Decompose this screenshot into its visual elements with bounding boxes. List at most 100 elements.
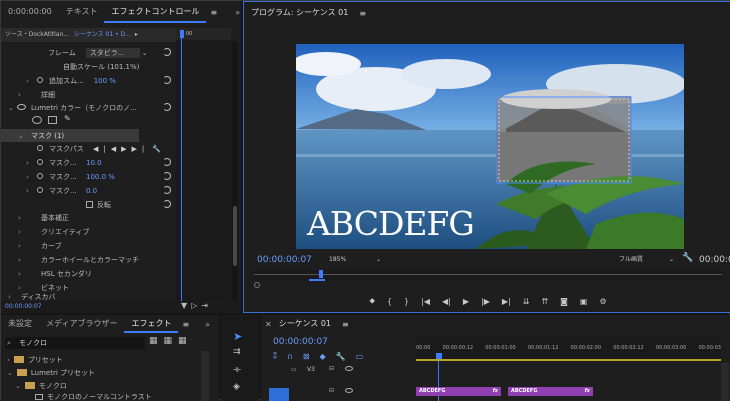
track-select-icon[interactable]: ⇉ bbox=[233, 347, 241, 357]
reset-icon[interactable] bbox=[163, 186, 171, 194]
stopwatch-icon[interactable] bbox=[37, 77, 43, 83]
tab-effects[interactable]: エフェクト bbox=[124, 315, 179, 333]
work-area-bar[interactable] bbox=[416, 359, 721, 361]
play-icon[interactable]: ▶ bbox=[463, 297, 469, 306]
tab-timecode[interactable]: 0:00:00:00 bbox=[1, 1, 59, 23]
selection-tool-icon[interactable]: ➤ bbox=[233, 330, 242, 343]
stopwatch-icon[interactable] bbox=[37, 187, 43, 193]
chevron-right-icon[interactable]: › bbox=[18, 214, 21, 222]
playhead-marker[interactable] bbox=[319, 270, 323, 278]
rectangle-mask-icon[interactable] bbox=[48, 116, 57, 124]
settings-icon[interactable]: ⚙ bbox=[599, 297, 606, 306]
section-creative[interactable]: › クリエイティブ bbox=[1, 225, 176, 238]
filter-icons[interactable]: ▼▷⇥ bbox=[181, 301, 212, 310]
go-to-out-icon[interactable]: ▶| bbox=[502, 297, 511, 306]
panel-menu-icon[interactable]: ≡ bbox=[182, 320, 189, 329]
eye-icon[interactable] bbox=[345, 366, 353, 371]
scrollbar[interactable] bbox=[232, 41, 238, 301]
tab-effect-controls[interactable]: エフェクトコントロール bbox=[104, 1, 207, 23]
chevron-down-icon[interactable]: ⌄ bbox=[18, 132, 24, 140]
pen-icon[interactable]: ✎ bbox=[64, 114, 71, 123]
ripple-edit-icon[interactable]: ⟛ bbox=[233, 365, 241, 375]
stopwatch-icon[interactable] bbox=[37, 159, 43, 165]
section-discover[interactable]: › ディスカバ bbox=[1, 293, 176, 301]
tab-unset[interactable]: 未設定 bbox=[1, 315, 39, 333]
more-panels-icon[interactable]: » bbox=[205, 320, 210, 329]
playhead-marker[interactable] bbox=[180, 30, 184, 38]
mask-param-value[interactable]: 100.0 % bbox=[86, 173, 115, 181]
sync-lock-icon[interactable]: ⊟ bbox=[329, 365, 334, 372]
sync-lock-icon[interactable]: ⊟ bbox=[329, 387, 334, 394]
chevron-down-icon[interactable]: ⌄ bbox=[8, 104, 14, 112]
chevron-right-icon[interactable]: › bbox=[18, 242, 21, 250]
quality-select[interactable]: フル画質 ⌄ bbox=[619, 254, 674, 265]
reset-icon[interactable] bbox=[163, 76, 171, 84]
scroll-thumb[interactable] bbox=[233, 206, 237, 266]
track-lock-icon[interactable]: ▭ bbox=[291, 366, 297, 373]
track-target[interactable] bbox=[269, 388, 289, 401]
invert-checkbox[interactable] bbox=[86, 201, 93, 208]
detail-label[interactable]: 詳細 bbox=[41, 90, 55, 100]
timeline-scrollbar[interactable] bbox=[721, 363, 729, 401]
timeline-tool-icons[interactable]: ⁑∩⊠◆🔧▭ bbox=[273, 352, 373, 361]
reset-icon[interactable] bbox=[163, 103, 171, 111]
add-smoothing-value[interactable]: 100 % bbox=[94, 77, 116, 85]
ellipse-mask-icon[interactable] bbox=[32, 116, 42, 124]
chevron-right-icon[interactable]: › bbox=[7, 356, 10, 364]
effect-filter-icons[interactable]: ▦▦▦ bbox=[149, 336, 193, 346]
step-back-icon[interactable]: ◀| bbox=[442, 297, 451, 306]
chevron-right-icon[interactable]: › bbox=[26, 173, 29, 181]
video-frame[interactable]: ABCDEFG bbox=[296, 44, 684, 249]
tab-text[interactable]: テキスト bbox=[59, 1, 105, 23]
section-curves[interactable]: › カーブ bbox=[1, 239, 176, 252]
overwrite-icon[interactable]: ⇈ bbox=[541, 297, 548, 306]
sequence-label[interactable]: シーケンス 01 • D... bbox=[74, 31, 131, 38]
out-point-icon[interactable]: } bbox=[404, 297, 409, 306]
search-input[interactable]: ⌕ モノクロ bbox=[5, 337, 145, 349]
timeline-clip[interactable]: ABCDEFG fx bbox=[508, 387, 593, 396]
chevron-down-icon[interactable]: ⌄ bbox=[15, 382, 21, 390]
chevron-right-icon[interactable]: › bbox=[18, 256, 21, 264]
chevron-down-icon[interactable]: ⌄ bbox=[7, 369, 13, 377]
mini-ruler[interactable]: 00 bbox=[176, 28, 231, 40]
overlay-text[interactable]: ABCDEFG bbox=[307, 204, 475, 243]
go-to-in-icon[interactable]: |◀ bbox=[421, 297, 430, 306]
scroll-handle[interactable] bbox=[254, 282, 260, 288]
insert-icon[interactable]: ⇊ bbox=[523, 297, 530, 306]
in-point-icon[interactable]: { bbox=[387, 297, 392, 306]
more-panels-icon[interactable]: » bbox=[235, 8, 240, 17]
timeline-timecode[interactable]: 00:00:00:07 bbox=[273, 337, 328, 347]
play-only-icon[interactable]: ▸ bbox=[135, 31, 138, 38]
chevron-right-icon[interactable]: › bbox=[26, 159, 29, 167]
tree-item-lumetri-presets[interactable]: ⌄ Lumetri プリセット bbox=[1, 366, 211, 379]
wrench-icon[interactable]: 🔧 bbox=[682, 253, 693, 263]
step-forward-icon[interactable]: |▶ bbox=[481, 297, 490, 306]
stopwatch-icon[interactable] bbox=[37, 145, 43, 151]
tab-media-browser[interactable]: メディアブラウザー bbox=[39, 315, 124, 333]
eye-icon[interactable] bbox=[17, 104, 26, 110]
marker-icon[interactable]: ⬥ bbox=[369, 296, 375, 306]
eye-icon[interactable] bbox=[345, 388, 353, 393]
effect-timecode[interactable]: 00:00:00:07 bbox=[5, 303, 42, 310]
chevron-right-icon[interactable]: › bbox=[18, 228, 21, 236]
tree-item-monochrome[interactable]: ⌄ モノクロ bbox=[1, 379, 211, 392]
panel-menu-icon[interactable]: ≡ bbox=[210, 8, 217, 17]
reset-icon[interactable] bbox=[163, 158, 171, 166]
reset-icon[interactable] bbox=[163, 200, 171, 208]
program-timecode[interactable]: 00:00:00:07 bbox=[257, 255, 312, 265]
panel-menu-icon[interactable]: ≡ bbox=[342, 320, 349, 329]
section-hsl[interactable]: › HSL セカンダリ bbox=[1, 267, 176, 280]
tree-item-presets[interactable]: › プリセット bbox=[1, 353, 211, 366]
chevron-right-icon[interactable]: › bbox=[18, 91, 21, 99]
reset-icon[interactable] bbox=[163, 172, 171, 180]
mask-track-buttons[interactable]: ◀|◀▶▶| bbox=[93, 145, 149, 153]
chevron-right-icon[interactable]: › bbox=[18, 284, 21, 292]
mask-param-value[interactable]: 10.0 bbox=[86, 159, 102, 167]
end-timecode[interactable]: 00:00:0 bbox=[699, 255, 730, 265]
chevron-right-icon[interactable]: › bbox=[26, 77, 29, 85]
panel-menu-icon[interactable]: ≡ bbox=[359, 9, 366, 18]
comparison-icon[interactable]: ▣ bbox=[580, 297, 588, 306]
export-frame-icon[interactable]: ◙ bbox=[560, 297, 568, 306]
chevron-right-icon[interactable]: › bbox=[8, 293, 11, 301]
wrench-icon[interactable]: 🔧 bbox=[152, 145, 161, 153]
